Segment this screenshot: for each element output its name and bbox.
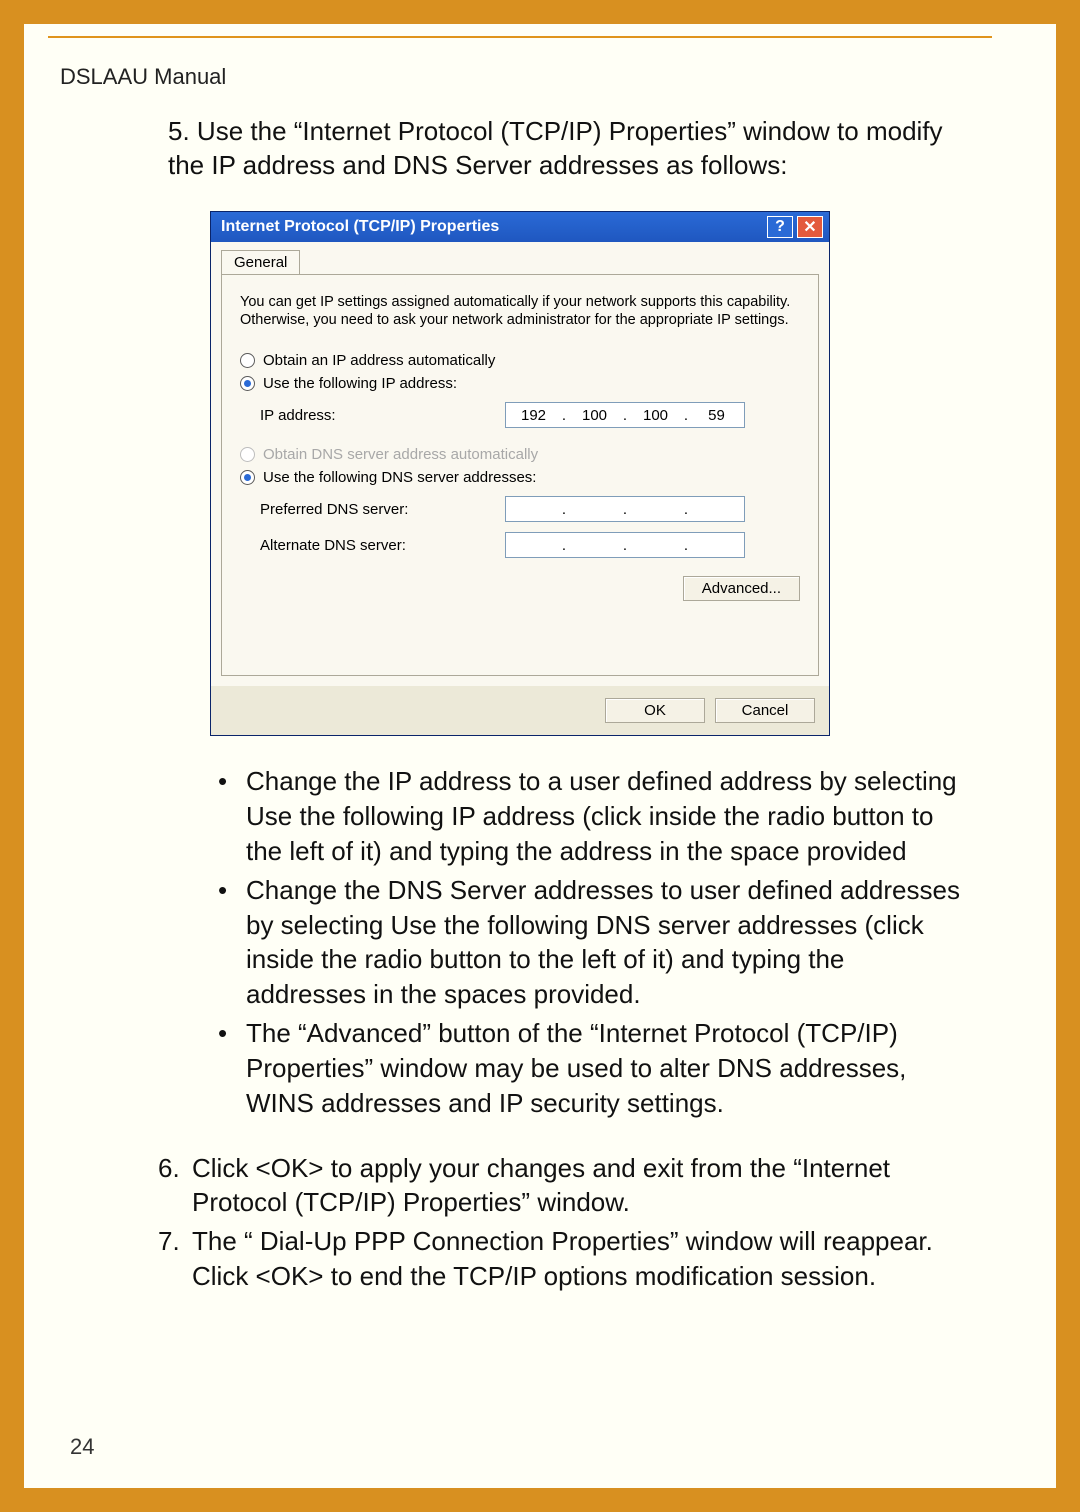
cancel-button[interactable]: Cancel	[715, 698, 815, 723]
advanced-button[interactable]: Advanced...	[683, 576, 800, 601]
ok-button[interactable]: OK	[605, 698, 705, 723]
preferred-dns-label: Preferred DNS server:	[260, 501, 505, 518]
radio-icon-selected	[240, 376, 255, 391]
list-item: •Change the DNS Server addresses to user…	[218, 873, 968, 1012]
list-item: •Change the IP address to a user defined…	[218, 764, 968, 868]
general-panel: You can get IP settings assigned automat…	[221, 274, 819, 677]
ip-address-input[interactable]: 192. 100. 100. 59	[505, 402, 745, 428]
ip-octet-1: 192	[512, 407, 556, 424]
bullet-list: •Change the IP address to a user defined…	[218, 764, 968, 1120]
step-5-text: Use the “Internet Protocol (TCP/IP) Prop…	[168, 116, 943, 180]
radio-label: Use the following IP address:	[263, 375, 457, 392]
help-button[interactable]: ?	[767, 216, 793, 238]
radio-label: Use the following DNS server addresses:	[263, 469, 536, 486]
close-icon: ✕	[803, 217, 816, 237]
alternate-dns-label: Alternate DNS server:	[260, 537, 505, 554]
ip-octet-4: 59	[695, 407, 739, 424]
radio-use-following-dns[interactable]: Use the following DNS server addresses:	[240, 469, 800, 486]
list-item: •The “Advanced” button of the “Internet …	[218, 1016, 968, 1120]
step-6-text: Click <OK> to apply your changes and exi…	[192, 1151, 968, 1221]
ip-address-label: IP address:	[260, 407, 505, 424]
step-7-text: The “ Dial-Up PPP Connection Properties”…	[192, 1224, 968, 1294]
top-rule	[48, 36, 992, 38]
alternate-dns-input[interactable]: ...	[505, 532, 745, 558]
help-icon: ?	[775, 218, 785, 236]
bullet-icon: •	[218, 764, 246, 868]
bullet-icon: •	[218, 1016, 246, 1120]
step-7-number: 7.	[158, 1224, 192, 1294]
bullet-icon: •	[218, 873, 246, 1012]
step-5: 5. Use the “Internet Protocol (TCP/IP) P…	[168, 114, 968, 183]
panel-description: You can get IP settings assigned automat…	[240, 293, 800, 331]
radio-icon-unselected	[240, 353, 255, 368]
radio-use-following-ip[interactable]: Use the following IP address:	[240, 375, 800, 392]
radio-label: Obtain an IP address automatically	[263, 352, 495, 369]
radio-icon-selected	[240, 470, 255, 485]
page-number: 24	[70, 1434, 94, 1460]
step-6: 6. Click <OK> to apply your changes and …	[158, 1151, 968, 1221]
ip-octet-2: 100	[573, 407, 617, 424]
manual-title: DSLAAU Manual	[60, 64, 992, 90]
radio-icon-disabled	[240, 447, 255, 462]
close-button[interactable]: ✕	[797, 216, 823, 238]
tcpip-properties-dialog: Internet Protocol (TCP/IP) Properties ? …	[210, 211, 830, 737]
dialog-title: Internet Protocol (TCP/IP) Properties	[217, 218, 499, 236]
preferred-dns-input[interactable]: ...	[505, 496, 745, 522]
step-6-number: 6.	[158, 1151, 192, 1221]
radio-obtain-ip-auto[interactable]: Obtain an IP address automatically	[240, 352, 800, 369]
ip-octet-3: 100	[634, 407, 678, 424]
step-7: 7. The “ Dial-Up PPP Connection Properti…	[158, 1224, 968, 1294]
dialog-titlebar: Internet Protocol (TCP/IP) Properties ? …	[211, 212, 829, 242]
radio-label: Obtain DNS server address automatically	[263, 446, 538, 463]
step-5-number: 5.	[168, 116, 190, 146]
radio-obtain-dns-auto: Obtain DNS server address automatically	[240, 446, 800, 463]
tab-general[interactable]: General	[221, 250, 300, 274]
